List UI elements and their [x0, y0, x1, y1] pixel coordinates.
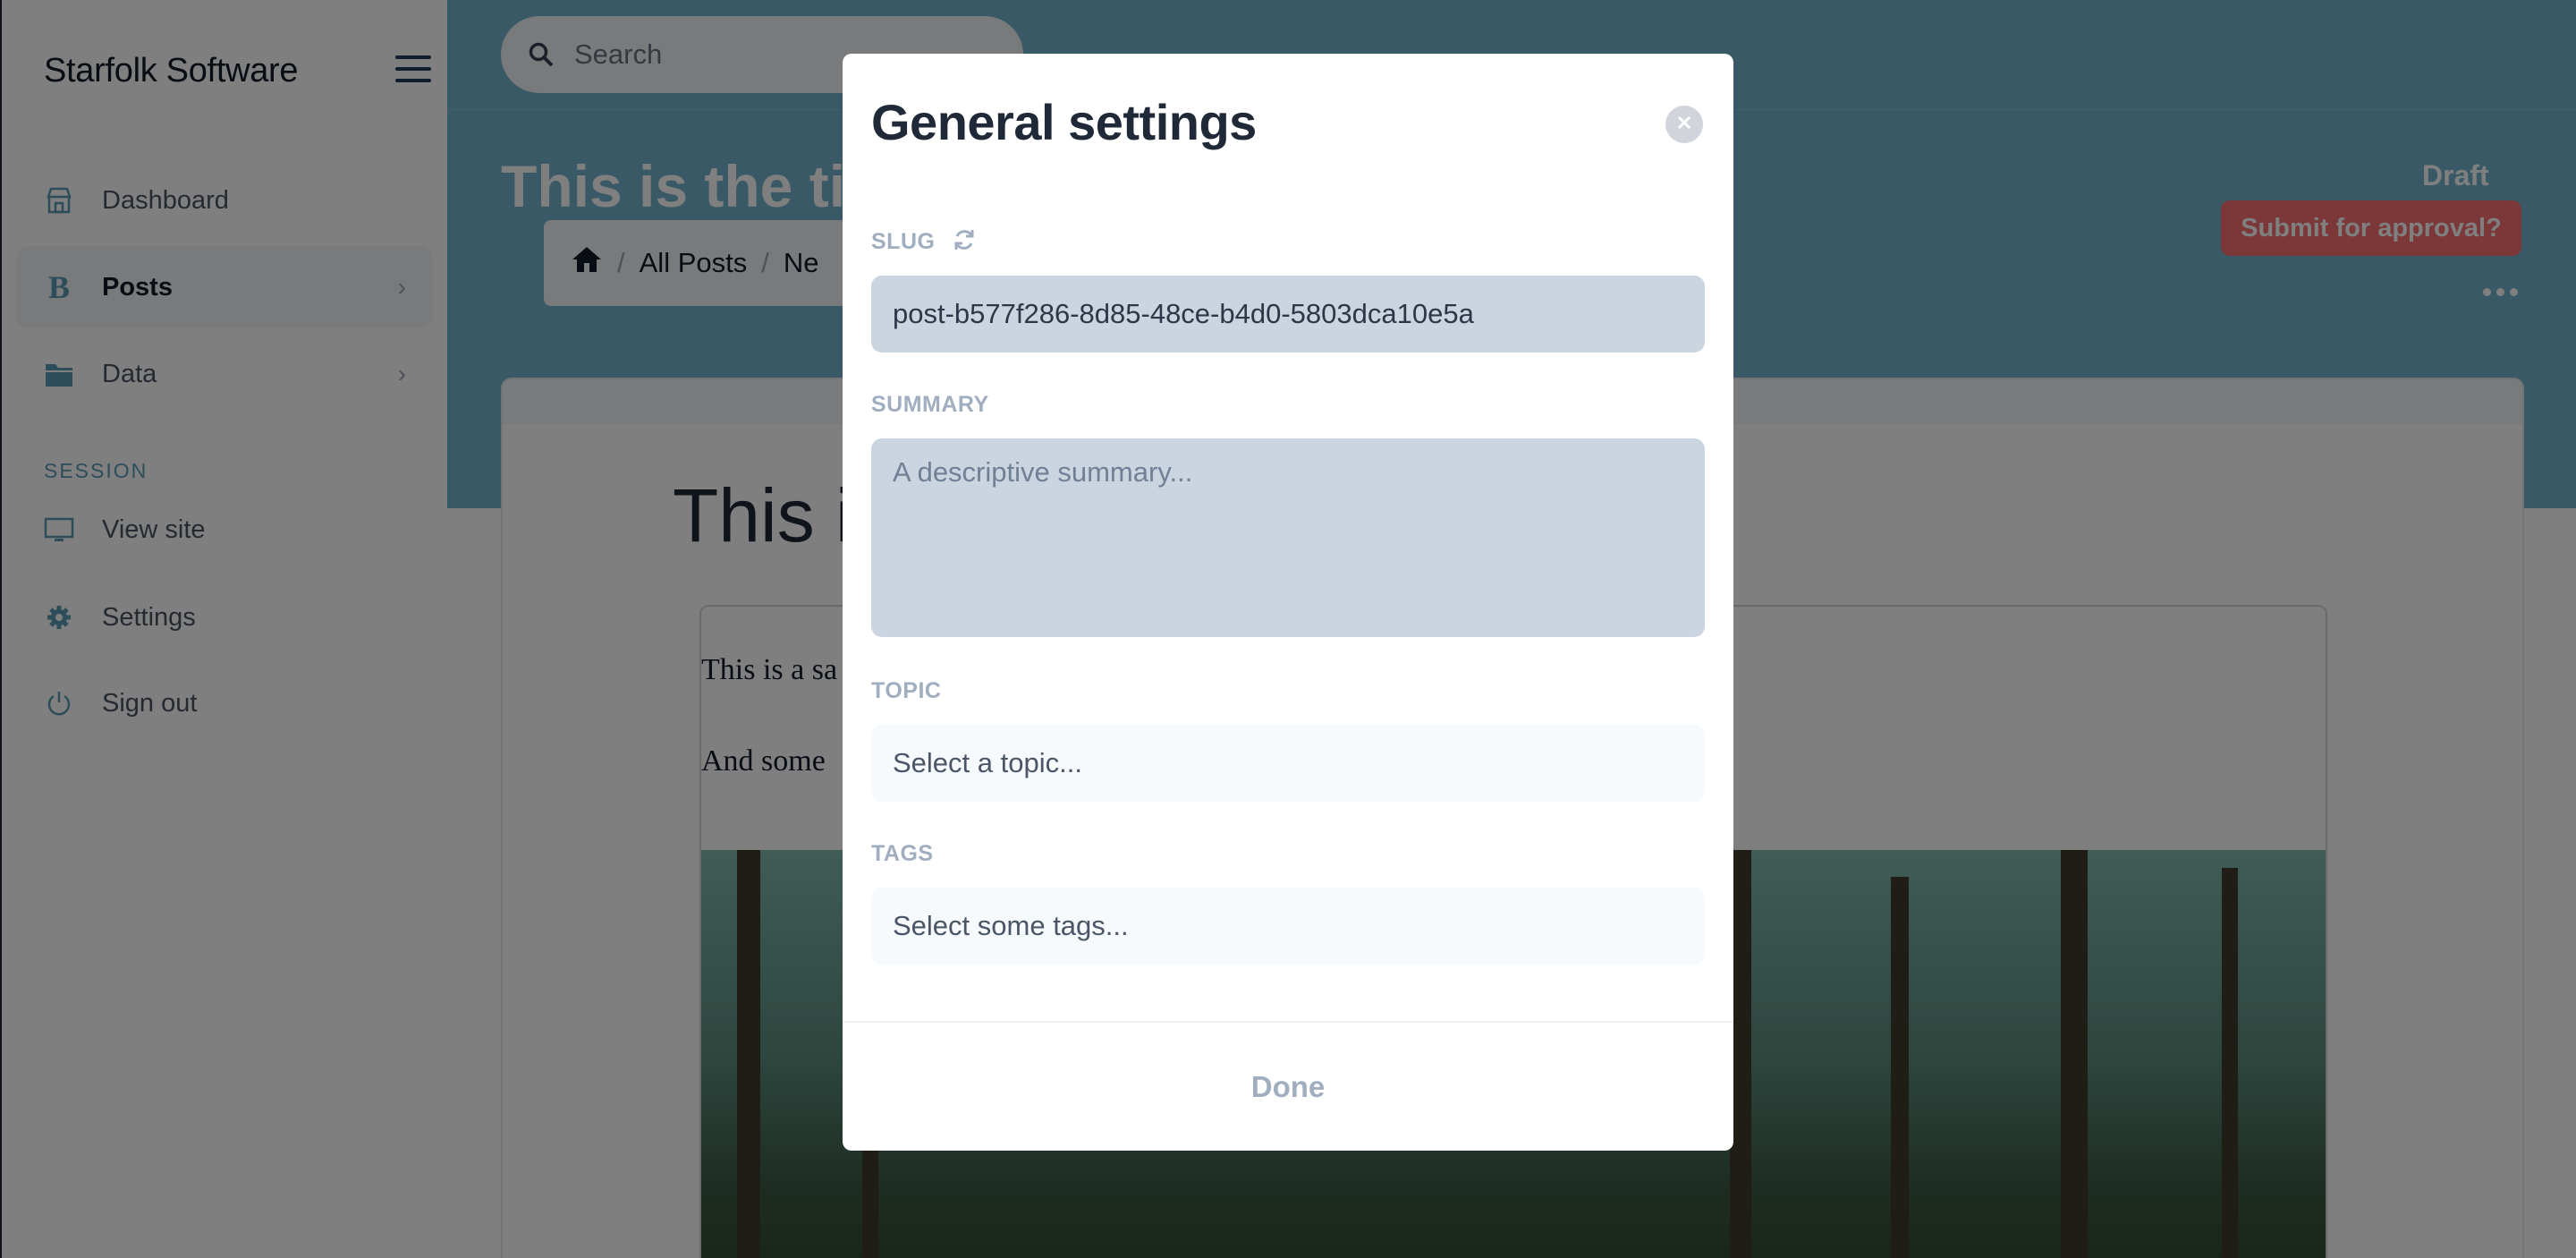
summary-label: SUMMARY	[871, 392, 989, 417]
done-button[interactable]: Done	[843, 1038, 1733, 1136]
topic-label: TOPIC	[871, 678, 942, 703]
refresh-slug-icon[interactable]	[952, 227, 977, 257]
tags-select[interactable]: Select some tags...	[871, 888, 1705, 965]
modal-divider	[843, 1021, 1733, 1023]
close-button[interactable]	[1665, 106, 1703, 143]
topic-select[interactable]: Select a topic...	[871, 725, 1705, 802]
modal-title: General settings	[871, 94, 1257, 150]
summary-textarea[interactable]: A descriptive summary...	[871, 438, 1705, 637]
general-settings-modal: General settings SLUG post-b577f286-8d85…	[843, 54, 1733, 1151]
slug-input[interactable]: post-b577f286-8d85-48ce-b4d0-5803dca10e5…	[871, 276, 1705, 353]
close-icon	[1676, 115, 1692, 135]
tags-label: TAGS	[871, 841, 934, 866]
slug-label: SLUG	[871, 229, 936, 254]
